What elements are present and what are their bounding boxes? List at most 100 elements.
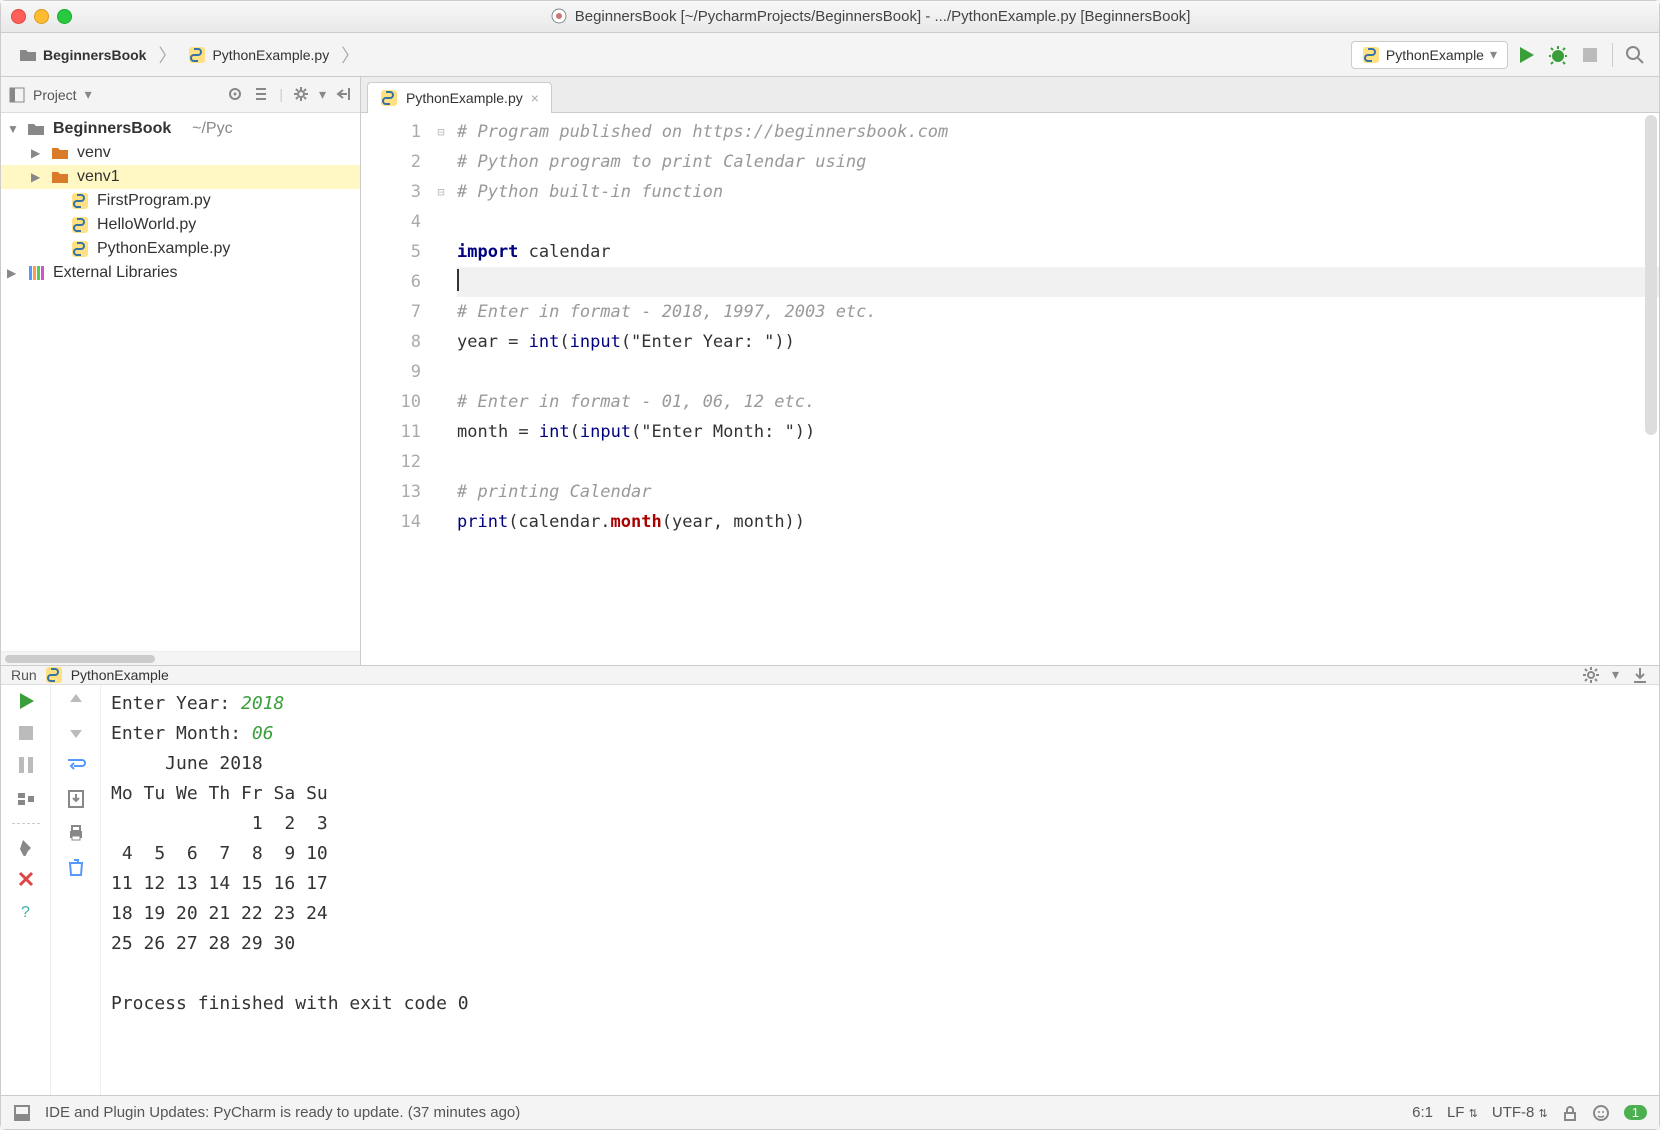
stop-button[interactable] <box>1576 41 1604 69</box>
dump-threads-icon[interactable] <box>16 789 36 809</box>
folder-icon <box>51 168 69 186</box>
tree-folder-venv1[interactable]: ▶ venv1 <box>1 165 360 189</box>
lock-icon[interactable] <box>1562 1105 1578 1121</box>
breadcrumb-separator-icon: 〉 <box>341 42 359 68</box>
settings-gear-icon[interactable] <box>1582 666 1600 684</box>
code-line-10[interactable]: # Enter in format - 01, 06, 12 etc. <box>457 387 1659 417</box>
window-title: BeginnersBook [~/PycharmProjects/Beginne… <box>92 8 1649 25</box>
code-line-9[interactable] <box>457 357 1659 387</box>
inspector-icon[interactable] <box>1592 1104 1610 1122</box>
down-arrow-icon[interactable] <box>67 723 85 741</box>
project-label[interactable]: Project <box>33 87 77 103</box>
code-line-3[interactable]: # Python built-in function <box>457 177 1659 207</box>
tree-file-pythonexample[interactable]: PythonExample.py <box>1 237 360 261</box>
code-line-14[interactable]: print(calendar.month(year, month)) <box>457 507 1659 537</box>
scroll-to-end-icon[interactable] <box>66 789 86 809</box>
run-output[interactable]: Enter Year: 2018 Enter Month: 06 June 20… <box>101 685 1659 1095</box>
project-panel-icon <box>9 87 25 103</box>
folder-icon <box>19 46 37 64</box>
editor-panel: PythonExample.py × 1234567891011121314 ⊟… <box>361 77 1659 665</box>
chevron-down-icon: ▾ <box>85 86 92 103</box>
breadcrumb-separator-icon: 〉 <box>158 42 176 68</box>
status-bar: IDE and Plugin Updates: PyCharm is ready… <box>1 1095 1659 1129</box>
tool-window-icon[interactable] <box>13 1104 31 1122</box>
hide-panel-icon[interactable] <box>336 86 352 102</box>
help-icon[interactable]: ? <box>17 902 35 920</box>
run-panel-header: Run PythonExample ▾ <box>1 666 1659 685</box>
project-tree[interactable]: ▼ BeginnersBook ~/Pyc ▶ venv ▶ venv1 <box>1 113 360 289</box>
settings-gear-icon[interactable] <box>293 86 309 102</box>
soft-wrap-icon[interactable] <box>66 755 86 775</box>
run-config-selector[interactable]: PythonExample ▾ <box>1351 41 1508 69</box>
code-line-2[interactable]: # Python program to print Calendar using <box>457 147 1659 177</box>
sidebar-h-scrollbar[interactable] <box>1 651 360 665</box>
caret-position[interactable]: 6:1 <box>1412 1104 1433 1121</box>
window-controls <box>11 9 72 24</box>
pin-icon[interactable] <box>17 838 35 856</box>
debug-button[interactable] <box>1544 41 1572 69</box>
output-text: Enter Year: 2018 Enter Month: 06 June 20… <box>111 689 1649 1019</box>
run-button[interactable] <box>1512 41 1540 69</box>
tree-folder-venv[interactable]: ▶ venv <box>1 141 360 165</box>
editor-tabstrip: PythonExample.py × <box>361 77 1659 113</box>
rerun-button[interactable] <box>16 691 36 711</box>
collapse-all-icon[interactable] <box>253 86 269 102</box>
folder-icon <box>51 144 69 162</box>
python-file-icon <box>1362 46 1380 64</box>
code-line-13[interactable]: # printing Calendar <box>457 477 1659 507</box>
code-line-8[interactable]: year = int(input("Enter Year: ")) <box>457 327 1659 357</box>
pause-button[interactable] <box>16 755 36 775</box>
project-toolbar: Project ▾ | ▾ <box>1 77 360 113</box>
run-config-name: PythonExample <box>71 667 169 683</box>
navigation-bar: BeginnersBook 〉 PythonExample.py 〉 Pytho… <box>1 33 1659 77</box>
project-sidebar: Project ▾ | ▾ ▼ BeginnersB <box>1 77 361 665</box>
editor-v-scrollbar[interactable] <box>1645 115 1657 435</box>
code-line-11[interactable]: month = int(input("Enter Month: ")) <box>457 417 1659 447</box>
python-file-icon <box>188 46 206 64</box>
code-line-5[interactable]: import calendar <box>457 237 1659 267</box>
code-line-12[interactable] <box>457 447 1659 477</box>
stop-button[interactable] <box>18 725 34 741</box>
tree-file-helloworld[interactable]: HelloWorld.py <box>1 213 360 237</box>
search-everywhere-button[interactable] <box>1621 41 1649 69</box>
download-icon[interactable] <box>1631 666 1649 684</box>
line-separator[interactable]: LF ⇅ <box>1447 1104 1478 1121</box>
run-panel: Run PythonExample ▾ ? <box>1 665 1659 1095</box>
line-number-gutter: 1234567891011121314 <box>361 113 431 665</box>
code-line-6[interactable] <box>457 267 1659 297</box>
python-file-icon <box>71 216 89 234</box>
folder-icon <box>27 120 45 138</box>
code-editor[interactable]: 1234567891011121314 ⊟⊟ # Program publish… <box>361 113 1659 665</box>
tree-file-firstprogram[interactable]: FirstProgram.py <box>1 189 360 213</box>
code-line-1[interactable]: # Program published on https://beginners… <box>457 117 1659 147</box>
trash-icon[interactable] <box>66 857 86 877</box>
libraries-icon <box>27 264 45 282</box>
run-mid-toolbar <box>51 685 101 1095</box>
python-file-icon <box>45 666 63 684</box>
close-window-button[interactable] <box>11 9 26 24</box>
close-icon[interactable] <box>17 870 35 888</box>
status-message: IDE and Plugin Updates: PyCharm is ready… <box>45 1104 520 1121</box>
up-arrow-icon[interactable] <box>67 691 85 709</box>
run-tab-label[interactable]: Run <box>11 667 37 683</box>
code-line-7[interactable]: # Enter in format - 2018, 1997, 2003 etc… <box>457 297 1659 327</box>
run-left-toolbar: ? <box>1 685 51 1095</box>
external-libraries-node[interactable]: ▶ External Libraries <box>1 261 360 285</box>
project-root-node[interactable]: ▼ BeginnersBook ~/Pyc <box>1 117 360 141</box>
python-file-icon <box>71 240 89 258</box>
python-file-icon <box>71 192 89 210</box>
event-badge[interactable]: 1 <box>1624 1105 1647 1120</box>
code-line-4[interactable] <box>457 207 1659 237</box>
editor-tab-pythonexample[interactable]: PythonExample.py × <box>367 82 552 113</box>
breadcrumb-file[interactable]: PythonExample.py <box>180 42 337 68</box>
python-file-icon <box>380 89 398 107</box>
file-encoding[interactable]: UTF-8 ⇅ <box>1492 1104 1548 1121</box>
fold-column[interactable]: ⊟⊟ <box>431 113 451 665</box>
maximize-window-button[interactable] <box>57 9 72 24</box>
scroll-from-source-icon[interactable] <box>227 86 243 102</box>
close-tab-icon[interactable]: × <box>531 90 539 106</box>
breadcrumb-root[interactable]: BeginnersBook <box>11 42 154 68</box>
print-icon[interactable] <box>66 823 86 843</box>
minimize-window-button[interactable] <box>34 9 49 24</box>
titlebar: BeginnersBook [~/PycharmProjects/Beginne… <box>1 1 1659 33</box>
